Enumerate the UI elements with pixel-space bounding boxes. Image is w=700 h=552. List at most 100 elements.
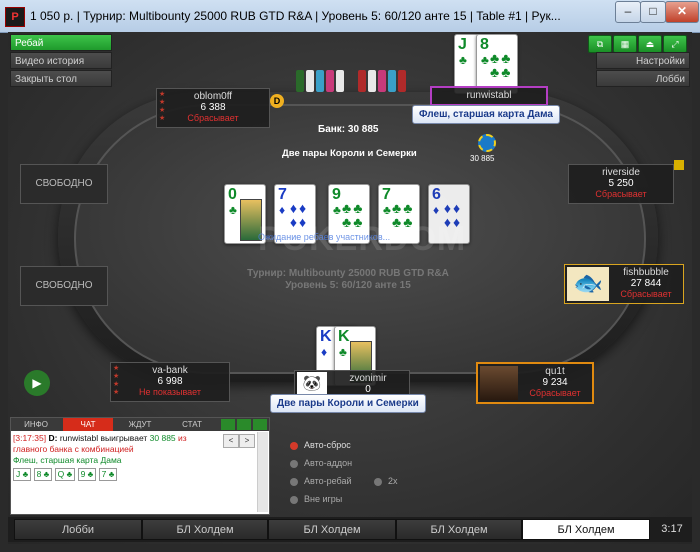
maximize-button[interactable]: □ — [640, 1, 666, 23]
chat-amount: 30 885 — [149, 433, 176, 443]
card-rank: 9 — [332, 186, 341, 203]
tile-windows-icon[interactable]: ⧉ — [588, 35, 612, 53]
tab-table-4[interactable]: БЛ Холдем — [522, 519, 650, 540]
tab-chat[interactable]: ЧАТ — [63, 418, 113, 431]
tab-table-3[interactable]: БЛ Холдем — [396, 519, 522, 540]
player-status: Сбрасывает — [187, 113, 239, 123]
sit-out-option[interactable]: Вне игры — [290, 494, 342, 504]
seat-fishbubble[interactable]: 🐟 fishbubble 27 844 Сбрасывает — [564, 264, 684, 304]
player-name: va-bank — [152, 365, 188, 376]
chat-scrollbar[interactable] — [257, 432, 268, 512]
player-stack: 6 998 — [157, 376, 183, 387]
seat-qu1t[interactable]: qu1t 9 234 Сбрасывает — [476, 362, 594, 404]
tab-table-2[interactable]: БЛ Холдем — [268, 519, 396, 540]
player-name: qu1t — [545, 366, 565, 377]
note-icon[interactable] — [674, 160, 684, 170]
player-name: runwistabl — [466, 90, 512, 101]
chat-from-text: из — [178, 433, 187, 443]
close-table-button[interactable]: Закрыть стол — [10, 70, 112, 87]
video-history-button[interactable]: Видео история — [10, 52, 112, 69]
tab-table-1[interactable]: БЛ Холдем — [142, 519, 268, 540]
seat-runwistabl[interactable]: runwistabl — [430, 86, 548, 106]
auto-fold-option[interactable]: Авто-сброс — [290, 440, 351, 450]
diamond-icon: ♦ — [321, 345, 328, 359]
auto-rebuy-option[interactable]: Авто-ребай — [290, 476, 352, 486]
table-view-icon[interactable]: ⏏ — [638, 35, 662, 53]
club-icon: ♣ — [459, 53, 467, 67]
chip-stack — [368, 70, 376, 92]
card-rank: 7 — [278, 186, 287, 203]
radio-icon — [290, 459, 298, 468]
hole-card: 8 ♣ ♣♣ ♣♣ — [476, 34, 518, 94]
tournament-level: Уровень 5: 60/120 анте 15 — [285, 280, 411, 291]
showdown-hand-label: Две пары Короли и Семерки — [270, 394, 426, 413]
avatar: 🐼 — [297, 372, 327, 396]
chat-line-2: главного банка с комбинацией — [13, 444, 134, 454]
chat-time: [3:17:35] — [13, 433, 47, 443]
card-rank: 7 — [382, 186, 391, 203]
chat-next-button[interactable]: > — [239, 434, 255, 448]
card-rank: 6 — [432, 186, 441, 203]
tab-stats[interactable]: СТАТ — [167, 418, 217, 431]
chip-stack — [326, 70, 334, 92]
chat-wins-text: выигрывает — [100, 433, 148, 443]
chip-stack — [398, 70, 406, 92]
avatar — [480, 366, 518, 400]
chip-stack — [358, 70, 366, 92]
pot-chip-value: 30 885 — [470, 154, 495, 163]
mini-card: 9 ♣ — [77, 468, 97, 481]
mini-card: J ♣ — [13, 468, 32, 481]
x2-option[interactable]: 2x — [374, 476, 398, 486]
sound-icon[interactable] — [253, 419, 267, 430]
chat-panel: ИНФО ЧАТ ЖДУТ СТАТ [3:17:35] D: runwista… — [10, 417, 270, 515]
auto-fold-label: Авто-сброс — [304, 440, 351, 450]
card-rank: 0 — [228, 186, 237, 203]
filter-icon[interactable] — [237, 419, 251, 430]
club-icon: ♣ — [333, 203, 341, 217]
play-icon[interactable]: ▶ — [24, 370, 50, 396]
player-name: fishbubble — [623, 267, 669, 278]
auto-addon-label: Авто-аддон — [304, 458, 353, 468]
mini-card: 8 ♣ — [33, 468, 53, 481]
radio-icon — [290, 441, 298, 450]
x2-label: 2x — [388, 476, 398, 486]
auto-rebuy-label: Авто-ребай — [304, 476, 352, 486]
chip-stack — [388, 70, 396, 92]
app-logo-icon: P — [5, 7, 25, 27]
pokerdom-watermark: POKERDOM — [258, 220, 467, 258]
chat-log: [3:17:35] D: runwistabl выигрывает 30 88… — [13, 433, 249, 481]
seat-riverside[interactable]: riverside 5 250 Сбрасывает — [568, 164, 674, 204]
chat-icon[interactable] — [221, 419, 235, 430]
free-seat-left-bottom[interactable]: СВОБОДНО — [20, 266, 108, 306]
fullscreen-icon[interactable]: ⤢ — [663, 35, 687, 53]
seat-va-bank[interactable]: ★ ★ ★ ★ va-bank 6 998 Не показывает — [110, 362, 230, 402]
player-status: Не показывает — [138, 387, 202, 397]
tab-waiting[interactable]: ЖДУТ — [115, 418, 165, 431]
close-window-button[interactable]: ✕ — [665, 1, 699, 23]
chat-prev-button[interactable]: < — [223, 434, 239, 448]
pot-amount: Банк: 30 885 — [318, 124, 379, 135]
tournament-name: Турнир: Multibounty 25000 RUB GTD R&A — [247, 268, 449, 279]
winning-hand-label: Флеш, старшая карта Дама — [412, 105, 560, 124]
mini-card: Q ♣ — [54, 468, 76, 481]
club-icon: ♣ — [481, 53, 489, 67]
settings-button[interactable]: Настройки — [596, 52, 690, 69]
lobby-button[interactable]: Лобби — [596, 70, 690, 87]
auto-addon-option[interactable]: Авто-аддон — [290, 458, 352, 468]
tab-lobby[interactable]: Лобби — [14, 519, 142, 540]
diamond-icon: ♦ — [433, 203, 440, 217]
window-title-bar: P 1 050 р. | Турнир: Multibounty 25000 R… — [0, 0, 700, 33]
free-seat-left-top[interactable]: СВОБОДНО — [20, 164, 108, 204]
club-icon: ♣ — [339, 345, 347, 359]
board-hand-label: Две пары Короли и Семерки — [282, 148, 417, 159]
bottom-tab-bar: Лобби БЛ Холдем БЛ Холдем БЛ Холдем БЛ Х… — [8, 517, 692, 542]
card-rank: K — [320, 328, 332, 345]
player-name: riverside — [602, 167, 640, 178]
seat-oblom0ff[interactable]: ★ ★ ★ ★ oblom0ff 6 388 Сбрасывает — [156, 88, 270, 128]
rebuy-button[interactable]: Ребай — [10, 34, 112, 51]
player-name: zvonimir — [349, 373, 387, 384]
minimize-button[interactable]: – — [615, 1, 641, 23]
dealer-button-icon: D — [270, 94, 284, 108]
grid-view-icon[interactable]: ▦ — [613, 35, 637, 53]
tab-info[interactable]: ИНФО — [11, 418, 61, 431]
